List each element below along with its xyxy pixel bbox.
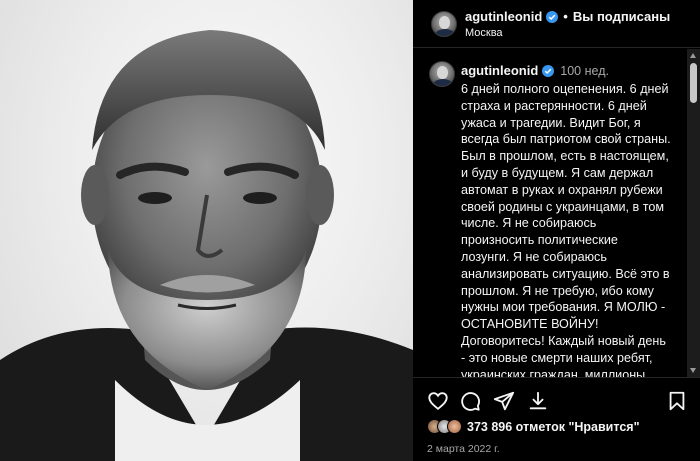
caption-username[interactable]: agutinleonid: [461, 63, 538, 78]
follow-status-button[interactable]: Вы подписаны: [573, 9, 670, 24]
header-username[interactable]: agutinleonid: [465, 9, 542, 24]
download-icon[interactable]: [527, 390, 549, 412]
caption-header: agutinleonid 100 нед.: [461, 63, 609, 78]
post-photo[interactable]: [0, 0, 413, 461]
bookmark-icon[interactable]: [666, 390, 688, 412]
heart-icon[interactable]: [427, 390, 449, 412]
verified-badge-icon: [542, 64, 555, 77]
caption-author-avatar[interactable]: [429, 61, 455, 87]
caption-timestamp[interactable]: 100 нед.: [560, 64, 609, 78]
author-avatar[interactable]: [431, 11, 457, 37]
post-side-panel: agutinleonid • Вы подписаны Москва aguti…: [413, 0, 700, 461]
separator-dot: •: [563, 9, 568, 24]
comment-icon[interactable]: [459, 390, 481, 412]
caption-area[interactable]: agutinleonid 100 нед. 6 дней полного оце…: [413, 49, 700, 377]
likes-row[interactable]: 373 896 отметок "Нравится": [427, 419, 640, 434]
likes-count[interactable]: 373 896 отметок "Нравится": [467, 420, 640, 434]
scroll-up-arrow-icon[interactable]: [690, 53, 696, 58]
caption-scrollbar[interactable]: [687, 49, 700, 377]
post-date[interactable]: 2 марта 2022 г.: [427, 443, 500, 455]
share-icon[interactable]: [493, 390, 515, 412]
verified-badge-icon: [546, 10, 559, 23]
post-location[interactable]: Москва: [465, 27, 503, 39]
header-user-line: agutinleonid • Вы подписаны: [465, 9, 670, 24]
scrollbar-thumb[interactable]: [690, 63, 697, 103]
caption-text: 6 дней полного оцепенения. 6 дней страха…: [461, 82, 671, 377]
post-header: agutinleonid • Вы подписаны Москва: [413, 0, 700, 48]
portrait-illustration: [0, 30, 413, 461]
scroll-down-arrow-icon[interactable]: [690, 368, 696, 373]
post-actions: 373 896 отметок "Нравится" 2 марта 2022 …: [413, 377, 700, 461]
liker-avatar[interactable]: [447, 419, 462, 434]
